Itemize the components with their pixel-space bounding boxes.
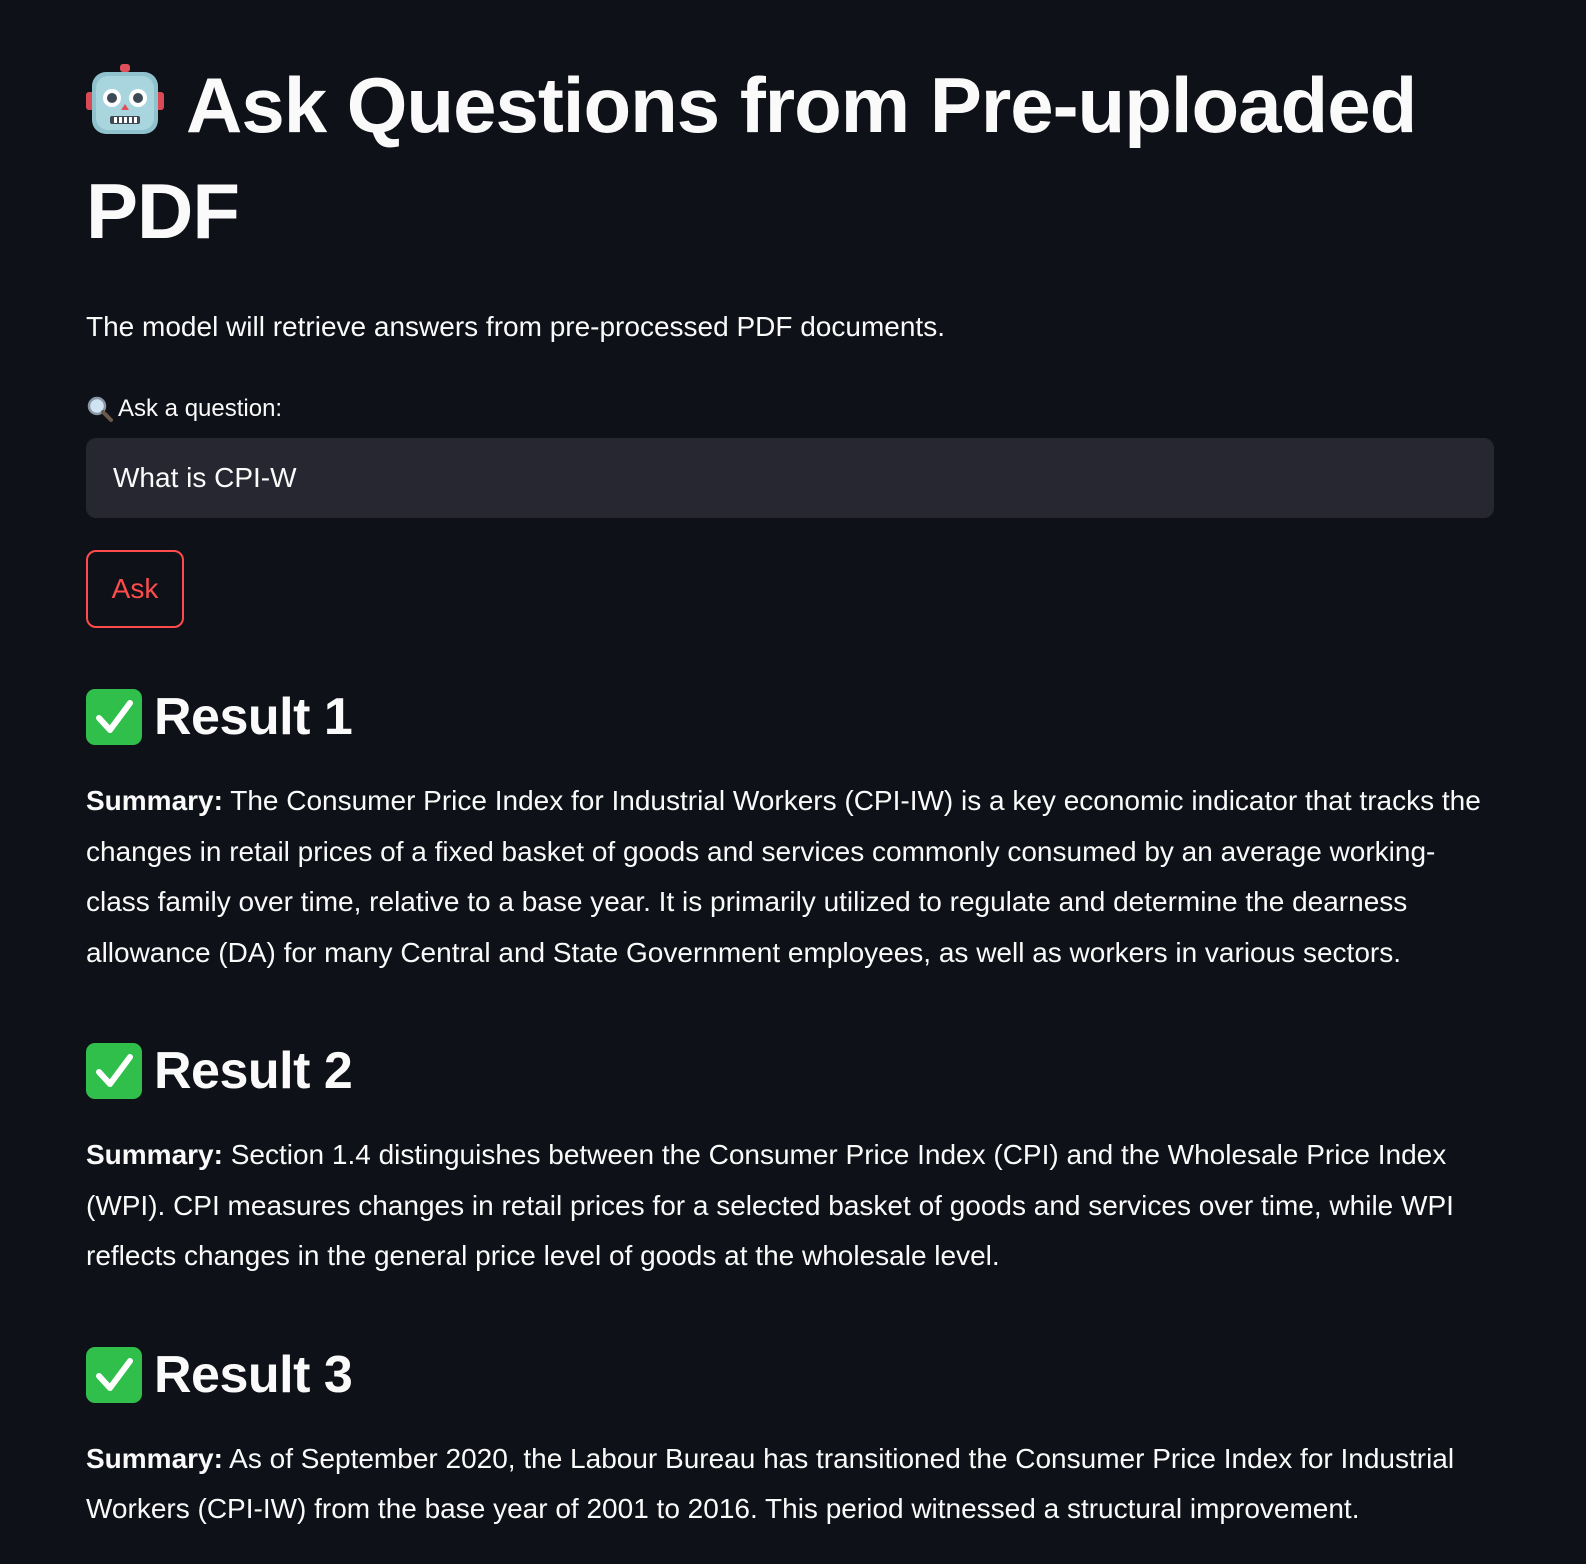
summary-text: The Consumer Price Index for Industrial … [86,785,1481,968]
result-heading-text: Result 1 [154,688,353,746]
page-title: Ask Questions from Pre-uploaded PDF [86,0,1494,264]
question-input-value: What is CPI-W [113,462,297,493]
question-label-text: Ask a question: [118,395,283,422]
check-mark-icon [86,689,142,745]
result-summary: Summary: Section 1.4 distinguishes betwe… [86,1130,1494,1282]
question-label: Ask a question: [86,392,1494,426]
main-content: Ask Questions from Pre-uploaded PDF The … [86,0,1494,1535]
result-heading-text: Result 2 [154,1042,353,1100]
check-mark-icon [86,1043,142,1099]
summary-label: Summary: [86,1442,223,1474]
result-heading: Result 1 [86,686,1494,748]
result-heading-text: Result 3 [154,1345,353,1404]
result-1: Result 1 Summary: The Consumer Price Ind… [86,686,1494,978]
question-input[interactable]: What is CPI-W [86,438,1494,518]
summary-label: Summary: [86,1139,223,1170]
summary-text: Section 1.4 distinguishes between the Co… [86,1139,1454,1271]
robot-face-icon [86,64,164,134]
result-3: Result 3 Summary: As of September 2020, … [86,1344,1494,1535]
result-summary: Summary: The Consumer Price Index for In… [86,776,1494,978]
result-heading: Result 3 [86,1344,1494,1406]
summary-text: As of September 2020, the Labour Bureau … [86,1442,1455,1525]
magnifying-glass-icon [87,396,113,422]
summary-label: Summary: [86,785,223,816]
check-mark-icon [86,1346,142,1403]
page-description: The model will retrieve answers from pre… [86,311,945,342]
page-title-text: Ask Questions from Pre-uploaded PDF [86,61,1417,255]
result-summary: Summary: As of September 2020, the Labou… [86,1434,1494,1535]
result-2: Result 2 Summary: Section 1.4 distinguis… [86,1040,1494,1282]
result-heading: Result 2 [86,1040,1494,1102]
ask-button[interactable]: Ask [86,550,184,628]
